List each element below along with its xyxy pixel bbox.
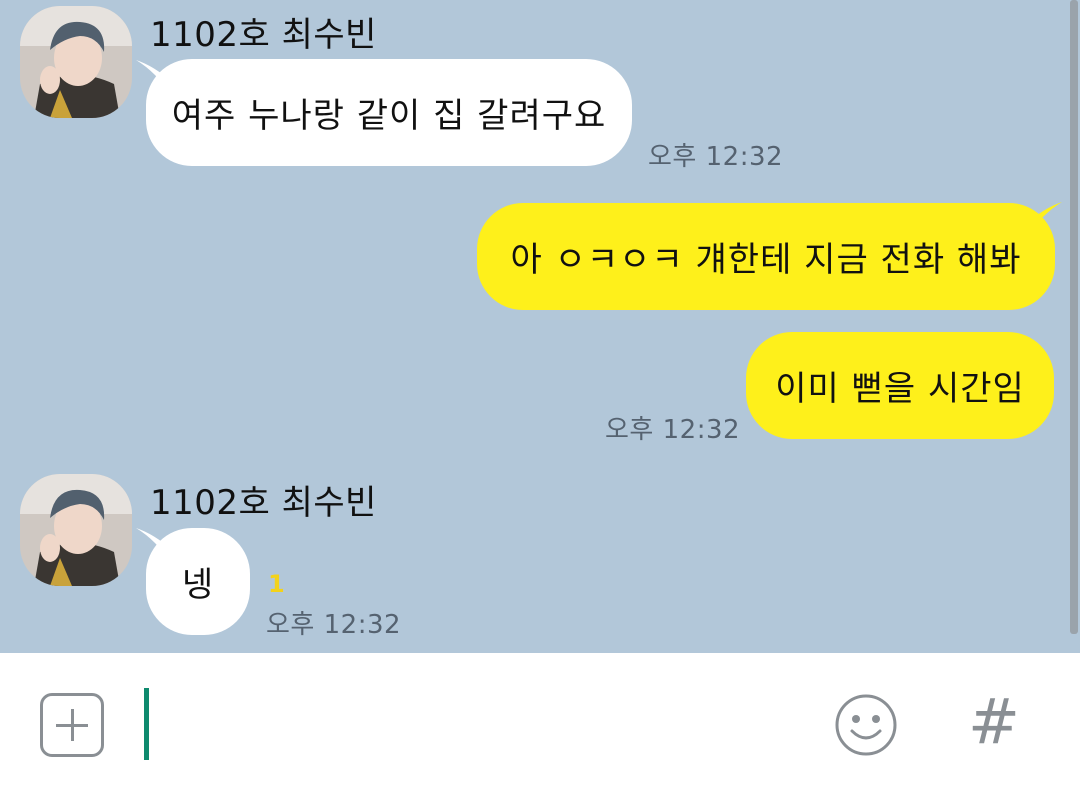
chat-area[interactable]: 1102호 최수빈 여주 누나랑 같이 집 갈려구요 오후 12:32 아 ㅇㅋ… <box>0 0 1080 653</box>
message-timestamp: 오후 12:32 <box>605 415 741 445</box>
sender-name: 1102호 최수빈 <box>150 15 377 55</box>
sender-avatar[interactable] <box>20 6 132 118</box>
message-timestamp: 오후 12:32 <box>266 610 402 640</box>
incoming-message-bubble[interactable]: 여주 누나랑 같이 집 갈려구요 <box>146 59 632 166</box>
message-input[interactable] <box>140 683 800 763</box>
text-caret <box>144 688 149 760</box>
incoming-message-bubble[interactable]: 넹 <box>146 528 250 635</box>
message-input-bar: # <box>0 653 1080 797</box>
hashtag-search-button[interactable]: # <box>968 691 1020 753</box>
outgoing-message-bubble[interactable]: 이미 뻗을 시간임 <box>746 332 1054 439</box>
sender-name: 1102호 최수빈 <box>150 483 377 523</box>
unread-count: 1 <box>268 570 285 598</box>
smiley-icon[interactable] <box>834 693 898 757</box>
outgoing-message-bubble[interactable]: 아 ㅇㅋㅇㅋ 걔한테 지금 전화 해봐 <box>477 203 1055 310</box>
sender-avatar[interactable] <box>20 474 132 586</box>
plus-square-icon[interactable] <box>40 693 104 757</box>
message-timestamp: 오후 12:32 <box>648 142 784 172</box>
scrollbar[interactable] <box>1070 0 1078 634</box>
